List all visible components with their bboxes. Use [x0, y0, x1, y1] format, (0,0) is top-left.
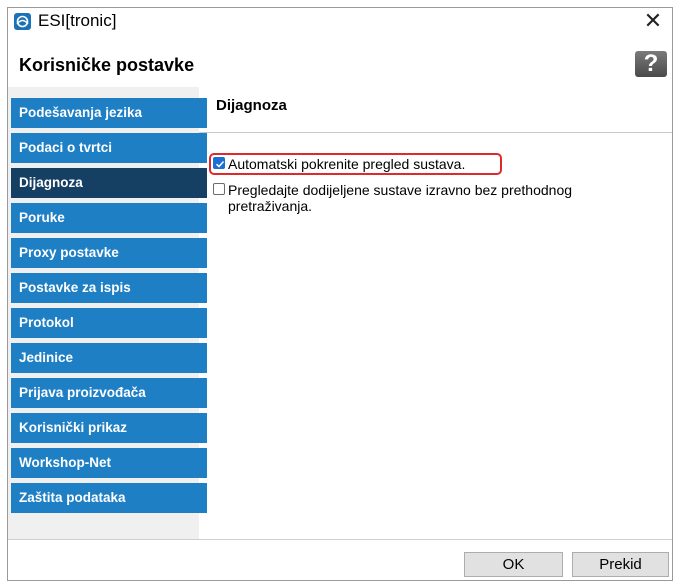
page-title: Korisničke postavke — [19, 55, 195, 75]
help-icon: ? — [643, 50, 659, 77]
sidebar-item-print-settings[interactable]: Postavke za ispis — [11, 273, 207, 303]
footer-divider — [8, 539, 672, 540]
section-divider — [199, 132, 672, 133]
sidebar-item-messages[interactable]: Poruke — [11, 203, 207, 233]
sidebar-item-protocol[interactable]: Protokol — [11, 308, 207, 338]
settings-dialog: ESI[tronic] ✕ Korisničke postavke ? Pode… — [7, 7, 673, 581]
app-logo-icon — [14, 13, 31, 30]
direct-system-review-label-line2: pretraživanja. — [228, 198, 313, 214]
title-bar: ESI[tronic] ✕ — [8, 8, 672, 35]
sidebar-item-manufacturer-login[interactable]: Prijava proizvođača — [11, 378, 207, 408]
ok-button[interactable]: OK — [464, 552, 563, 577]
sidebar-item-user-view[interactable]: Korisnički prikaz — [11, 413, 207, 443]
auto-system-check-checkbox[interactable] — [213, 157, 225, 169]
sidebar-item-diagnosis[interactable]: Dijagnoza — [11, 168, 207, 198]
auto-system-check-label: Automatski pokrenite pregled sustava. — [228, 156, 466, 172]
dialog-header: Korisničke postavke ? — [8, 50, 672, 82]
direct-system-review-checkbox[interactable] — [213, 183, 225, 195]
sidebar-item-workshop-net[interactable]: Workshop-Net — [11, 448, 207, 478]
help-button[interactable]: ? — [635, 51, 667, 77]
sidebar: Podešavanja jezika Podaci o tvrtci Dijag… — [8, 87, 207, 539]
window-title: ESI[tronic] — [38, 11, 117, 30]
sidebar-item-language[interactable]: Podešavanja jezika — [11, 98, 207, 128]
sidebar-item-proxy-settings[interactable]: Proxy postavke — [11, 238, 207, 268]
section-title: Dijagnoza — [216, 97, 287, 114]
sidebar-item-units[interactable]: Jedinice — [11, 343, 207, 373]
close-icon: ✕ — [643, 8, 663, 33]
sidebar-item-data-protection[interactable]: Zaštita podataka — [11, 483, 207, 513]
checkmark-icon — [215, 160, 225, 168]
sidebar-item-company-data[interactable]: Podaci o tvrtci — [11, 133, 207, 163]
direct-system-review-label-line1: Pregledajte dodijeljene sustave izravno … — [228, 182, 573, 198]
close-button[interactable]: ✕ — [636, 8, 670, 34]
cancel-button[interactable]: Prekid — [572, 552, 669, 577]
